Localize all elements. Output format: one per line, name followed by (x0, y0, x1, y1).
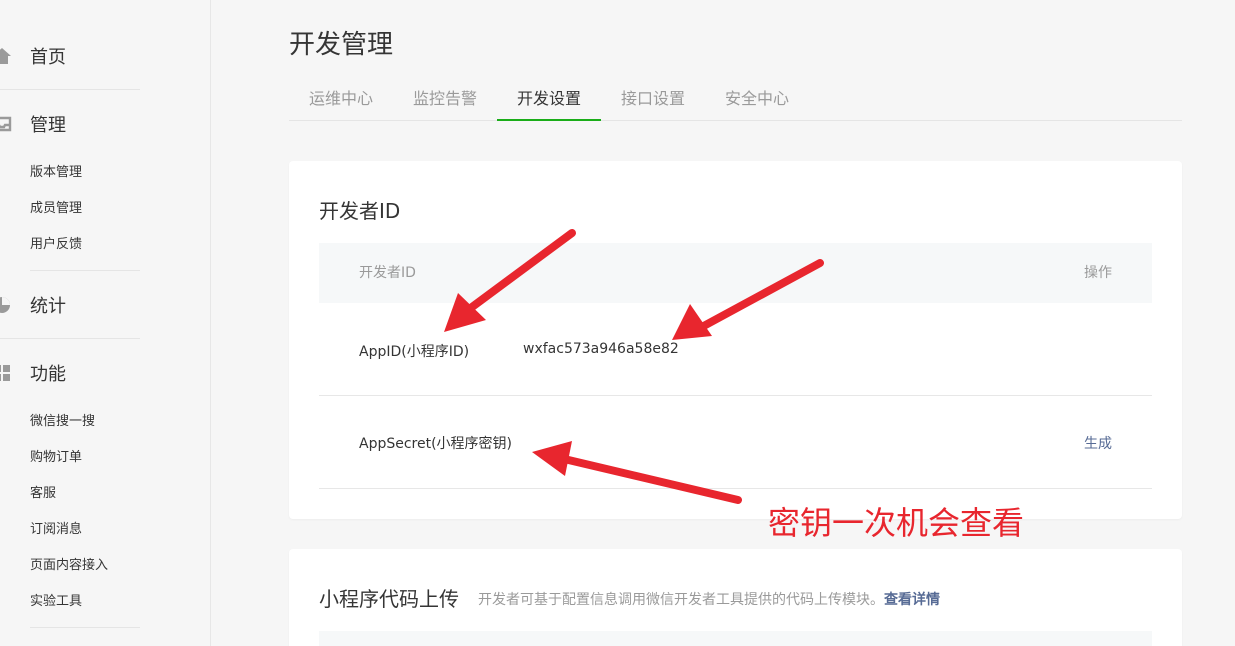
tab-api-settings[interactable]: 接口设置 (601, 80, 705, 121)
appid-value: wxfac573a946a58e82 (523, 341, 679, 357)
table-header: 开发者ID 操作 (319, 243, 1152, 303)
sidebar-item-page-content[interactable]: 页面内容接入 (30, 556, 108, 576)
sidebar-item-subscribe[interactable]: 订阅消息 (30, 520, 82, 540)
sidebar-item-label: 管理 (30, 115, 66, 136)
pie-chart-icon (0, 296, 10, 313)
dev-id-card: 开发者ID 开发者ID 操作 AppID(小程序ID) wxfac573a946… (289, 161, 1182, 519)
sidebar-item-home[interactable]: 首页 (0, 22, 140, 90)
code-upload-card: 小程序代码上传 开发者可基于配置信息调用微信开发者工具提供的代码上传模块。查看详… (289, 549, 1182, 646)
card-title: 开发者ID (319, 199, 401, 223)
tab-ops[interactable]: 运维中心 (289, 80, 393, 121)
sidebar-item-label: 统计 (30, 295, 66, 317)
home-icon (0, 47, 11, 64)
tab-dev-settings[interactable]: 开发设置 (497, 80, 601, 121)
generate-secret-link[interactable]: 生成 (1084, 433, 1112, 453)
description-text: 开发者可基于配置信息调用微信开发者工具提供的代码上传模块。 (478, 592, 884, 608)
column-header-dev-id: 开发者ID (359, 265, 416, 281)
sidebar-item-orders[interactable]: 购物订单 (30, 448, 82, 468)
annotation-text: 密钥一次机会查看 (768, 504, 1025, 542)
card-description: 开发者可基于配置信息调用微信开发者工具提供的代码上传模块。查看详情 (478, 589, 940, 609)
card-title: 小程序代码上传 (319, 587, 459, 611)
sidebar-item-manage[interactable]: 管理 (0, 90, 140, 158)
tab-security[interactable]: 安全中心 (705, 80, 809, 121)
sidebar-item-service[interactable]: 客服 (30, 484, 56, 504)
sidebar-divider (30, 627, 140, 628)
sidebar: 首页 管理 版本管理 成员管理 用户反馈 统计 功能 微信搜一搜 购物订单 客服… (0, 0, 211, 646)
column-header-action: 操作 (1084, 265, 1112, 281)
sidebar-item-features[interactable]: 功能 (0, 339, 140, 407)
row-divider (319, 395, 1152, 396)
table-header (319, 631, 1152, 646)
sidebar-item-label: 功能 (30, 364, 66, 385)
tab-monitor[interactable]: 监控告警 (393, 80, 497, 121)
sidebar-item-stats[interactable]: 统计 (0, 271, 140, 339)
grid-icon (0, 365, 10, 381)
inbox-icon (0, 116, 12, 132)
appid-label: AppID(小程序ID) (359, 344, 470, 360)
sidebar-item-experiments[interactable]: 实验工具 (30, 592, 82, 612)
sidebar-item-version[interactable]: 版本管理 (30, 163, 82, 183)
sidebar-item-search[interactable]: 微信搜一搜 (30, 412, 95, 432)
appsecret-label: AppSecret(小程序密钥) (359, 436, 513, 452)
row-divider (319, 488, 1152, 489)
sidebar-item-feedback[interactable]: 用户反馈 (30, 235, 82, 255)
sidebar-item-label: 首页 (30, 46, 66, 68)
sidebar-item-members[interactable]: 成员管理 (30, 199, 82, 219)
page-title: 开发管理 (289, 30, 394, 60)
view-details-link[interactable]: 查看详情 (884, 592, 940, 608)
tab-bar: 运维中心 监控告警 开发设置 接口设置 安全中心 (289, 80, 1182, 121)
